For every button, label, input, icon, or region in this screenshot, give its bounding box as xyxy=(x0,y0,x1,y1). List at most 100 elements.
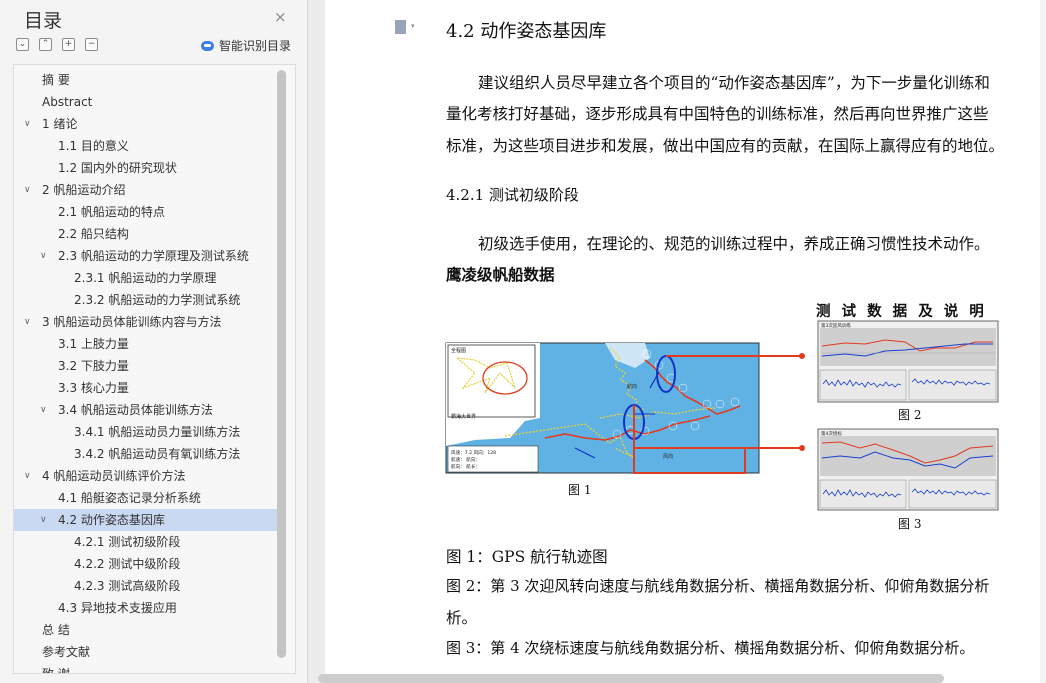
caption-line: 析。 xyxy=(446,609,478,627)
document-page: ▾ 4.2 动作姿态基因库 建议组织人员尽早建立各个项目的“动作姿态基因库”，为… xyxy=(325,0,1046,683)
chevron-down-icon[interactable]: ∨ xyxy=(24,113,36,135)
toc-item-label: 4.2.2 测试中级阶段 xyxy=(74,557,181,571)
toc-item-label: 4.2.1 测试初级阶段 xyxy=(74,535,181,549)
horizontal-scrollbar[interactable] xyxy=(318,674,944,683)
chart-panel-fig2: 第3次迎风训练 xyxy=(817,320,999,403)
toc-item[interactable]: ∨ 2.3 帆船运动的力学原理及测试系统 xyxy=(14,245,277,267)
toc-item-label: 1 绪论 xyxy=(42,117,78,131)
toc-item-label: 4 帆船运动员训练评价方法 xyxy=(42,469,186,483)
toc-item[interactable]: 4.2.3 测试高级阶段 xyxy=(14,575,277,597)
toc-item[interactable]: 1.2 国内外的研究现状 xyxy=(14,157,277,179)
toc-scrollbar[interactable] xyxy=(277,70,286,658)
gps-map: 全程图 霸海大世界 航向 风向 风速：7.2 风向：128 航速： 航向： 航向… xyxy=(445,342,760,474)
toc-item[interactable]: 2.3.2 帆船运动的力学测试系统 xyxy=(14,289,277,311)
paragraph-line: 标准，为这些项目进步和发展，做出中国应有的贡献，在国际上赢得应有的地位。 xyxy=(446,137,1005,155)
toc-item[interactable]: 4.2.1 测试初级阶段 xyxy=(14,531,277,553)
vertical-scrollbar[interactable] xyxy=(1040,0,1046,683)
toc-toolbar: ⌄ ⌃ + − xyxy=(16,38,98,51)
chevron-down-icon[interactable]: ∨ xyxy=(24,311,36,333)
toc-item[interactable]: 2.1 帆船运动的特点 xyxy=(14,201,277,223)
smart-toc-label: 智能识别目录 xyxy=(219,39,292,53)
toc-item-label: 2.3 帆船运动的力学原理及测试系统 xyxy=(58,249,249,263)
toc-item-label: 3.4.2 帆船运动员有氧训练方法 xyxy=(74,447,241,461)
map-stat: 航向： 航长： xyxy=(451,463,480,470)
toc-item-label: 2.3.1 帆船运动的力学原理 xyxy=(74,271,217,285)
toc-item[interactable]: 参考文献 xyxy=(14,641,277,663)
figure1-label: 图 1 xyxy=(568,483,592,497)
figure2-label: 图 2 xyxy=(898,408,922,422)
toc-item[interactable]: 摘 要 xyxy=(14,69,277,91)
document-icon[interactable] xyxy=(395,20,406,34)
toc-item[interactable]: 3.1 上肢力量 xyxy=(14,333,277,355)
toc-item-label: 2 帆船运动介绍 xyxy=(42,183,126,197)
toc-item[interactable]: 4.3 异地技术支援应用 xyxy=(14,597,277,619)
toc-item[interactable]: 3.4.2 帆船运动员有氧训练方法 xyxy=(14,443,277,465)
toc-title: 目录 xyxy=(24,10,63,32)
chevron-down-icon[interactable]: ∨ xyxy=(40,509,52,531)
smart-toc-button[interactable]: 智能识别目录 xyxy=(201,37,291,54)
toc-item-label: 3.4 帆船运动员体能训练方法 xyxy=(58,403,213,417)
map-overview-label: 全程图 xyxy=(451,347,466,354)
toc-item-label: 2.3.2 帆船运动的力学测试系统 xyxy=(74,293,241,307)
map-course-label: 航向 xyxy=(627,383,637,390)
map-area-label: 霸海大世界 xyxy=(451,413,476,420)
toc-item[interactable]: Abstract xyxy=(14,91,277,113)
toc-item[interactable]: 3.3 核心力量 xyxy=(14,377,277,399)
toc-item[interactable]: 3.2 下肢力量 xyxy=(14,355,277,377)
toc-item[interactable]: 致 谢 xyxy=(14,663,277,674)
chevron-down-icon[interactable]: ∨ xyxy=(40,399,52,421)
section-heading: 4.2 动作姿态基因库 xyxy=(446,21,607,42)
toc-item-label: 3 帆船运动员体能训练内容与方法 xyxy=(42,315,222,329)
remove-heading-icon[interactable]: − xyxy=(85,38,98,51)
toc-item[interactable]: ∨ 4 帆船运动员训练评价方法 xyxy=(14,465,277,487)
expand-all-icon[interactable]: ⌃ xyxy=(39,38,52,51)
toc-item[interactable]: ∨ 3.4 帆船运动员体能训练方法 xyxy=(14,399,277,421)
toc-item-label: 1.2 国内外的研究现状 xyxy=(58,161,177,175)
panel2-title: 第3次迎风训练 xyxy=(821,322,851,329)
chevron-down-icon[interactable]: ∨ xyxy=(40,245,52,267)
toc-item[interactable]: ∨ 1 绪论 xyxy=(14,113,277,135)
toc-item[interactable]: 4.2.2 测试中级阶段 xyxy=(14,553,277,575)
map-stat: 航速： 航向： xyxy=(451,456,480,463)
toc-item[interactable]: 2.2 船只结构 xyxy=(14,223,277,245)
close-icon[interactable]: × xyxy=(274,8,287,26)
toc-item-label: 2.2 船只结构 xyxy=(58,227,129,241)
caption-line: 图 1：GPS 航行轨迹图 xyxy=(446,548,608,566)
map-wind-label: 风向 xyxy=(663,453,673,460)
add-heading-icon[interactable]: + xyxy=(62,38,75,51)
toc-item[interactable]: ∨ 4.2 动作姿态基因库 xyxy=(14,509,277,531)
toc-list: 摘 要 Abstract ∨ 1 绪论 1.1 目的意义 1.2 国内外的研究现状 ∨ 2 帆… xyxy=(13,64,296,674)
chevron-down-icon[interactable]: ∨ xyxy=(24,179,36,201)
chevron-down-icon[interactable]: ∨ xyxy=(24,465,36,487)
toc-item-label: 3.2 下肢力量 xyxy=(58,359,129,373)
toc-item-label: 4.3 异地技术支援应用 xyxy=(58,601,177,615)
paragraph-line: 初级选手使用，在理论的、规范的训练过程中，养成正确习惯性技术动作。 xyxy=(478,235,990,253)
toc-item[interactable]: 2.3.1 帆船运动的力学原理 xyxy=(14,267,277,289)
bold-subtitle: 鹰凌级帆船数据 xyxy=(446,265,555,284)
toc-item[interactable]: 3.4.1 帆船运动员力量训练方法 xyxy=(14,421,277,443)
toc-item-label: 2.1 帆船运动的特点 xyxy=(58,205,165,219)
toc-item-label: 3.4.1 帆船运动员力量训练方法 xyxy=(74,425,241,439)
toc-item[interactable]: 1.1 目的意义 xyxy=(14,135,277,157)
toc-item[interactable]: ∨ 2 帆船运动介绍 xyxy=(14,179,277,201)
toc-item-label: 参考文献 xyxy=(42,645,91,659)
toc-item[interactable]: 4.1 船艇姿态记录分析系统 xyxy=(14,487,277,509)
toc-item[interactable]: ∨ 3 帆船运动员体能训练内容与方法 xyxy=(14,311,277,333)
toc-item-label: 4.2 动作姿态基因库 xyxy=(58,513,165,527)
document-area: ▾ 4.2 动作姿态基因库 建议组织人员尽早建立各个项目的“动作姿态基因库”，为… xyxy=(308,0,1046,683)
toc-item[interactable]: 总 结 xyxy=(14,619,277,641)
collapse-all-icon[interactable]: ⌄ xyxy=(16,38,29,51)
paragraph-line: 量化考核打好基础，逐步形成具有中国特色的训练标准，然后再向世界推广这些 xyxy=(446,105,989,123)
toc-item-label: 1.1 目的意义 xyxy=(58,139,129,153)
toc-item-label: 摘 要 xyxy=(42,73,70,87)
panel3-title: 第4次绕标 xyxy=(821,430,842,437)
toc-item-label: 4.2.3 测试高级阶段 xyxy=(74,579,181,593)
toc-item-label: 3.3 核心力量 xyxy=(58,381,129,395)
subsection-heading: 4.2.1 测试初级阶段 xyxy=(446,186,579,204)
toc-pane: 目录 × ⌄ ⌃ + − 智能识别目录 摘 要 Abstract ∨ 1 绪论 1.1 … xyxy=(0,0,308,683)
ai-icon xyxy=(201,40,214,51)
figure3-label: 图 3 xyxy=(898,517,922,531)
toc-item-label: 3.1 上肢力量 xyxy=(58,337,129,351)
toc-item-label: 致 谢 xyxy=(42,667,70,674)
caret-down-icon[interactable]: ▾ xyxy=(411,22,415,30)
